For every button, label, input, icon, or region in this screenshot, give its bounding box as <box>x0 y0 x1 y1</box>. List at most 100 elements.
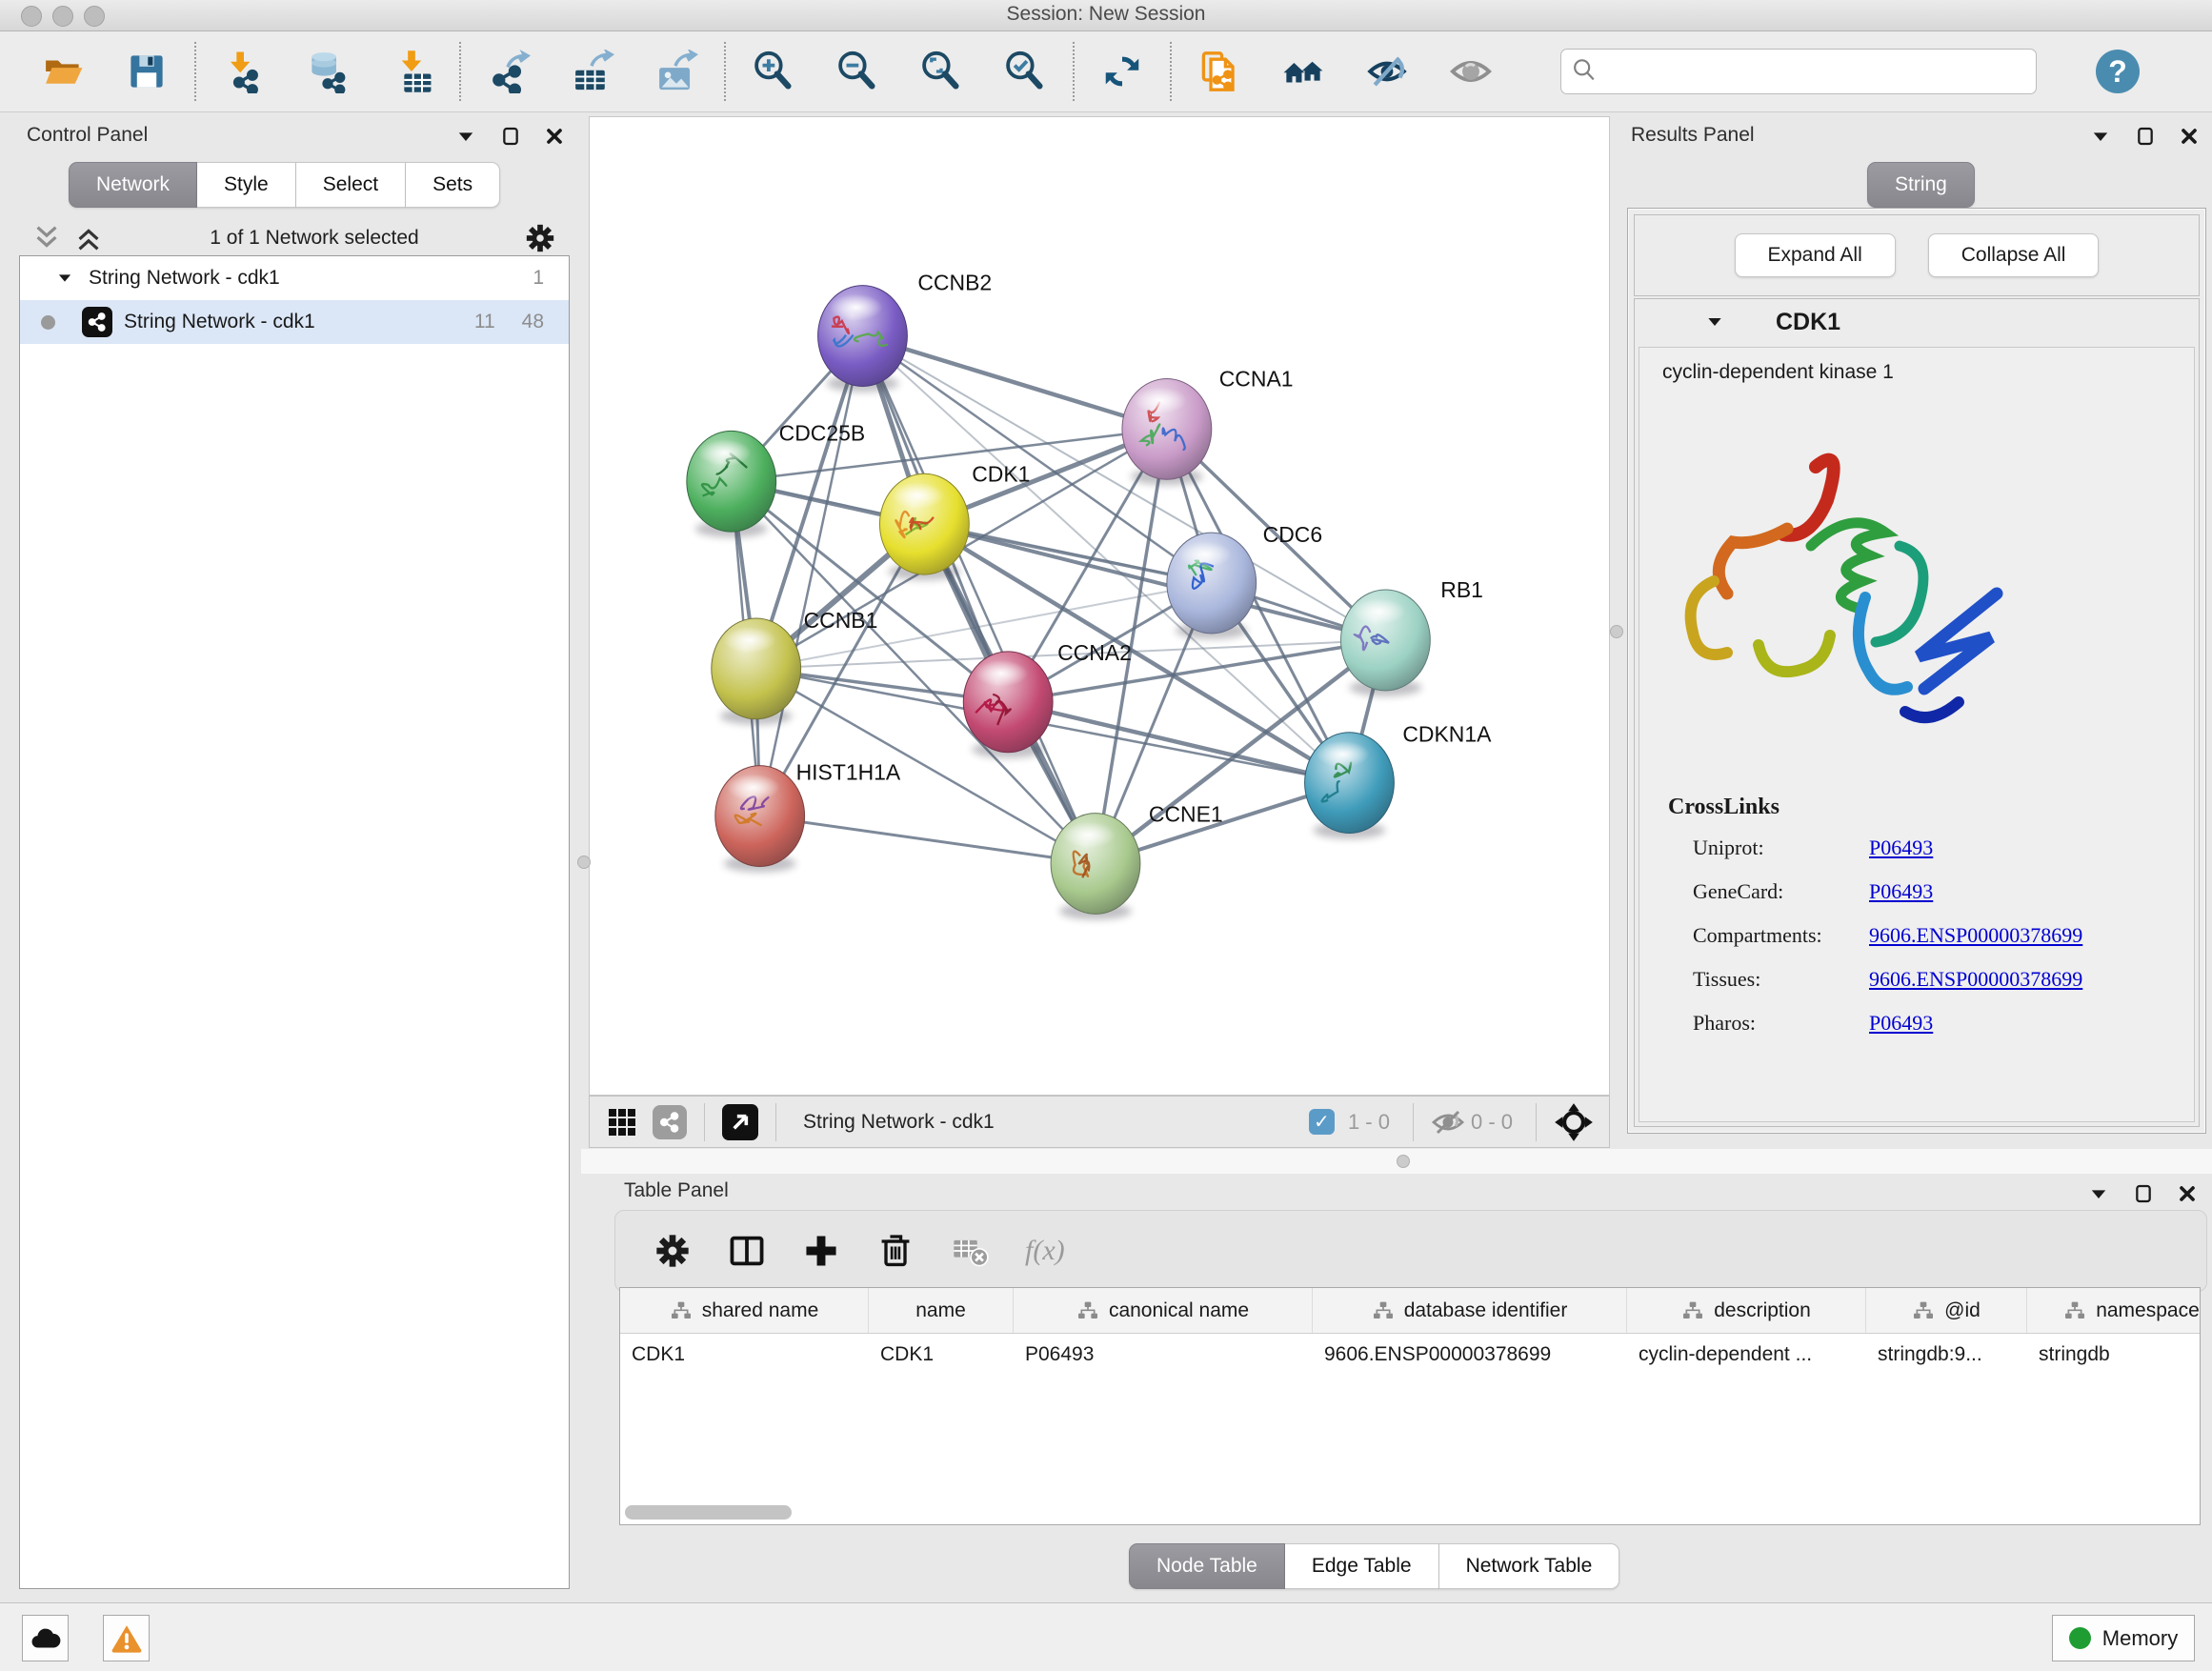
column-header-shared-name[interactable]: shared name <box>620 1288 869 1333</box>
pan-crosshair-icon[interactable] <box>1554 1102 1594 1142</box>
network-edge[interactable] <box>1008 702 1349 783</box>
column-header-canonical-name[interactable]: canonical name <box>1014 1288 1313 1333</box>
tab-select[interactable]: Select <box>296 162 406 208</box>
network-node-ccnb1[interactable] <box>712 618 801 725</box>
tab-string[interactable]: String <box>1867 162 1975 208</box>
network-node-rb1[interactable] <box>1341 590 1431 696</box>
expand-all-networks-icon[interactable] <box>30 222 63 254</box>
node-label: CCNE1 <box>1149 802 1223 827</box>
panel-collapse-icon[interactable] <box>2086 1181 2111 1206</box>
network-options-gear-icon[interactable] <box>524 222 556 254</box>
export-table-icon[interactable] <box>570 49 615 94</box>
table-cell: stringdb <box>2027 1334 2201 1376</box>
panel-maximize-icon[interactable] <box>499 125 522 148</box>
collection-expander-icon[interactable] <box>54 268 75 289</box>
delete-column-icon[interactable] <box>876 1232 915 1270</box>
export-network-icon[interactable] <box>486 49 532 94</box>
gene-expander-icon[interactable] <box>1703 311 1726 333</box>
panel-maximize-icon[interactable] <box>2132 1182 2155 1205</box>
zoom-fit-content-icon[interactable] <box>918 49 964 94</box>
network-node-ccna2[interactable] <box>963 652 1053 758</box>
expand-all-button[interactable]: Expand All <box>1735 233 1896 277</box>
search-field[interactable] <box>1560 49 2037 94</box>
tab-style[interactable]: Style <box>197 162 296 208</box>
column-header-namespace[interactable]: namespace <box>2027 1288 2201 1333</box>
column-header--id[interactable]: @id <box>1866 1288 2027 1333</box>
zoom-out-icon[interactable] <box>835 49 880 94</box>
tab-network-table[interactable]: Network Table <box>1439 1543 1620 1589</box>
crosslink-link[interactable]: 9606.ENSP00000378699 <box>1869 923 2082 948</box>
network-node-ccna1[interactable] <box>1122 378 1212 485</box>
table-row[interactable]: CDK1CDK1P064939606.ENSP00000378699cyclin… <box>620 1334 2200 1376</box>
selected-nodes-checkbox[interactable]: ✓ <box>1309 1109 1335 1135</box>
tab-edge-table[interactable]: Edge Table <box>1285 1543 1439 1589</box>
network-node-ccne1[interactable] <box>1051 814 1140 920</box>
node-label: CDC6 <box>1263 522 1322 547</box>
apps-home-icon[interactable] <box>1280 49 1326 94</box>
hide-selected-icon[interactable] <box>1364 49 1410 94</box>
tab-sets[interactable]: Sets <box>406 162 500 208</box>
crosslink-link[interactable]: P06493 <box>1869 879 1933 904</box>
network-node-cdk1[interactable] <box>879 473 969 580</box>
network-collection-row[interactable]: String Network - cdk1 1 <box>20 256 569 300</box>
table-panel-title: Table Panel <box>624 1179 729 1202</box>
collapse-all-networks-icon[interactable] <box>72 222 105 254</box>
birdseye-view-icon[interactable] <box>722 1104 758 1140</box>
network-edge[interactable] <box>760 816 1096 864</box>
crosslink-link[interactable]: P06493 <box>1869 1011 1933 1036</box>
column-type-icon <box>1372 1299 1395 1322</box>
gene-entry-header[interactable]: CDK1 <box>1635 299 2199 345</box>
delete-table-icon[interactable] <box>951 1232 989 1270</box>
new-network-from-selection-icon[interactable] <box>1196 49 1242 94</box>
search-input[interactable] <box>1607 60 2026 84</box>
collapse-all-button[interactable]: Collapse All <box>1928 233 2100 277</box>
import-network-from-file-icon[interactable] <box>221 49 267 94</box>
zoom-in-icon[interactable] <box>751 49 796 94</box>
cloud-button[interactable] <box>22 1615 69 1661</box>
open-session-icon[interactable] <box>40 49 86 94</box>
function-builder-icon[interactable]: f(x) <box>1025 1235 1065 1267</box>
tab-network[interactable]: Network <box>69 162 197 208</box>
network-node-ccnb2[interactable] <box>818 286 908 393</box>
crosslink-link[interactable]: P06493 <box>1869 836 1933 860</box>
column-header-name[interactable]: name <box>869 1288 1014 1333</box>
column-header-description[interactable]: description <box>1627 1288 1866 1333</box>
network-view-canvas[interactable]: CCNB2CCNA1CDC25BCDK1CDC6RB1CCNB1CCNA2CDK… <box>589 116 1610 1096</box>
panel-collapse-icon[interactable] <box>453 124 478 149</box>
export-image-icon[interactable] <box>654 49 699 94</box>
panel-close-icon[interactable] <box>2178 125 2201 148</box>
show-columns-icon[interactable] <box>728 1232 766 1270</box>
crosslink-link[interactable]: 9606.ENSP00000378699 <box>1869 967 2082 992</box>
zoom-selected-icon[interactable] <box>1002 49 1048 94</box>
network-edge[interactable] <box>862 336 1166 430</box>
network-share-icon[interactable] <box>653 1105 687 1139</box>
network-row-selected[interactable]: String Network - cdk1 11 48 <box>20 300 569 344</box>
help-icon[interactable]: ? <box>2096 50 2140 93</box>
network-edge[interactable] <box>760 336 863 816</box>
tab-node-table[interactable]: Node Table <box>1129 1543 1285 1589</box>
network-node-cdc6[interactable] <box>1167 533 1257 639</box>
show-all-icon[interactable] <box>1448 49 1494 94</box>
network-node-hist1h1a[interactable] <box>715 766 805 873</box>
splitter-handle-left[interactable] <box>577 856 591 869</box>
memory-button[interactable]: Memory <box>2052 1615 2195 1661</box>
save-session-icon[interactable] <box>124 49 170 94</box>
network-graph[interactable]: CCNB2CCNA1CDC25BCDK1CDC6RB1CCNB1CCNA2CDK… <box>590 117 1609 1095</box>
import-network-from-database-icon[interactable] <box>305 49 351 94</box>
splitter-handle-horizontal[interactable] <box>1397 1155 1410 1168</box>
table-options-gear-icon[interactable] <box>654 1232 692 1270</box>
table-horizontal-scrollbar[interactable] <box>625 1505 792 1520</box>
refresh-view-icon[interactable] <box>1099 49 1145 94</box>
add-column-icon[interactable] <box>802 1232 840 1270</box>
hidden-items-eye-icon[interactable] <box>1431 1105 1465 1139</box>
warnings-button[interactable] <box>103 1615 150 1661</box>
grid-view-icon[interactable] <box>605 1105 639 1139</box>
network-node-cdc25b[interactable] <box>687 431 776 537</box>
import-table-from-file-icon[interactable] <box>389 49 434 94</box>
panel-close-icon[interactable] <box>2176 1182 2199 1205</box>
column-header-database-identifier[interactable]: database identifier <box>1313 1288 1627 1333</box>
panel-collapse-icon[interactable] <box>2088 124 2113 149</box>
network-node-cdkn1a[interactable] <box>1305 733 1395 839</box>
panel-maximize-icon[interactable] <box>2134 125 2157 148</box>
panel-close-icon[interactable] <box>543 125 566 148</box>
